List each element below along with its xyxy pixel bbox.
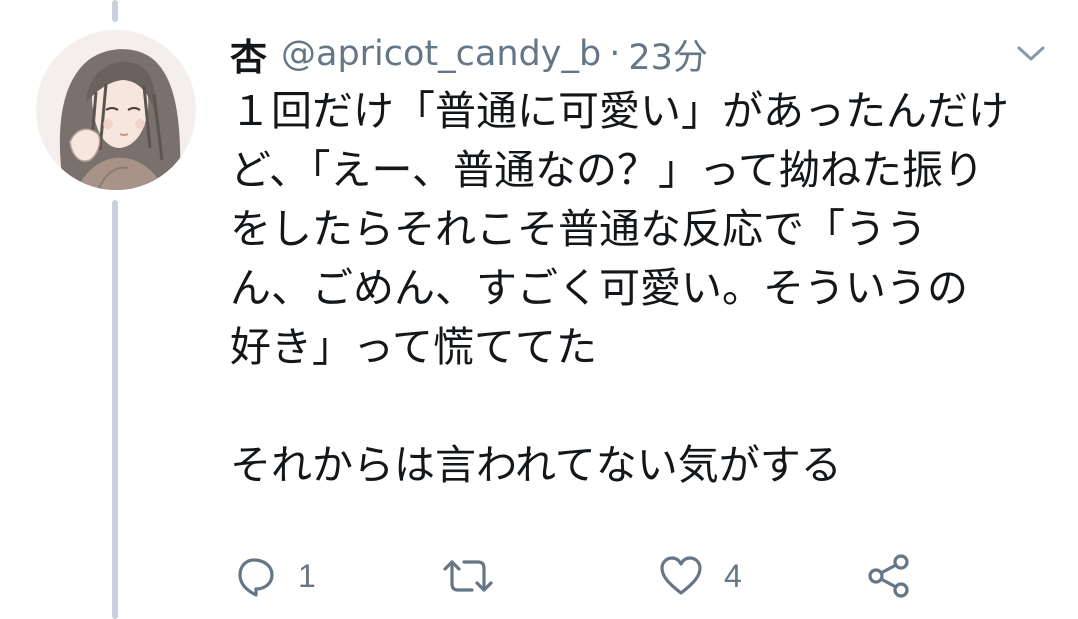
reply-button[interactable]: 1 [234,548,316,604]
tweet-text-line: をしたらそれこそ普通な反応で「うう [230,205,927,253]
header-separator: · [609,34,621,74]
tweet-text-line: 好き」って慌ててた [230,323,597,371]
thread-line-top [112,0,118,22]
avatar[interactable] [36,30,196,190]
tweet-text-line: １回だけ「普通に可愛い」があったんだけ [230,87,1009,135]
tweet-text-line: ど、「えー、普通なの？」って拗ねた振り [230,146,984,194]
heart-icon [660,556,702,595]
tweet-header: 杏 @apricot_candy_b · 23分 [230,28,708,80]
tweet-timestamp[interactable]: 23分 [628,29,708,80]
retweet-icon [443,560,493,592]
tweet-text-blank-line [230,377,1050,436]
tweet-actions: 1 4 [230,548,1030,604]
share-button[interactable] [866,548,912,604]
tweet-text-line: ん、ごめん、すごく可愛い。そういうの [230,264,968,312]
tweet-text-line: それからは言われてない気がする [230,441,842,489]
like-count: 4 [724,557,742,594]
reply-icon [238,558,274,597]
like-button[interactable]: 4 [658,548,742,604]
more-options-button[interactable] [1010,36,1052,72]
thread-line-bottom [112,200,118,619]
chevron-down-icon [1017,46,1045,61]
avatar-illustration [36,30,196,190]
tweet-container: 杏 @apricot_candy_b · 23分 １回だけ「普通に可愛い」があっ… [0,0,1078,619]
user-handle[interactable]: @apricot_candy_b [281,34,601,74]
share-icon [868,554,909,598]
reply-count: 1 [298,557,316,594]
display-name[interactable]: 杏 [230,27,267,81]
tweet-text: １回だけ「普通に可愛い」があったんだけ ど、「えー、普通なの？」って拗ねた振り … [230,82,1050,495]
retweet-button[interactable] [442,548,514,604]
